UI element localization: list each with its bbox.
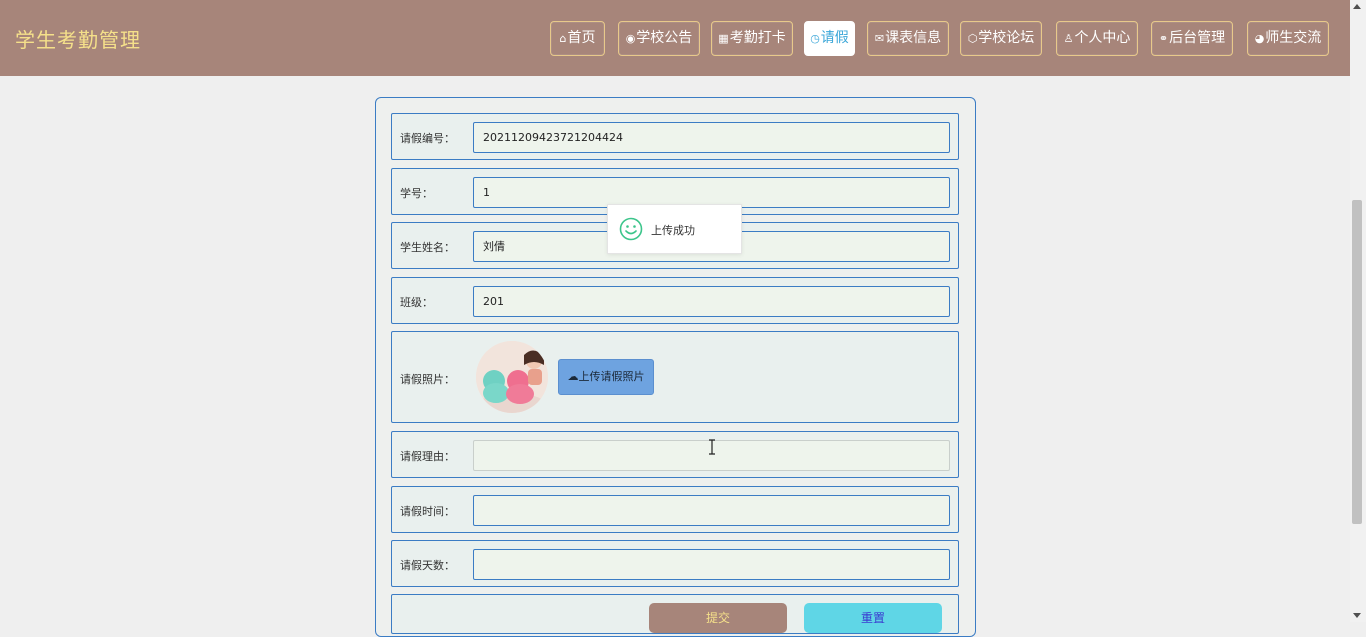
- time-input[interactable]: [473, 495, 950, 526]
- nav-checkin[interactable]: ▦考勤打卡: [711, 21, 793, 56]
- student-name-label: 学生姓名：: [400, 241, 455, 254]
- class-label: 班级：: [400, 296, 433, 309]
- nav-leave[interactable]: ◷请假: [804, 21, 855, 56]
- leave-photo-thumbnail: [476, 341, 548, 413]
- link-icon: ⚭: [1158, 32, 1169, 45]
- nav-notice[interactable]: ◉学校公告: [618, 21, 700, 56]
- home-icon: ⌂: [559, 32, 567, 45]
- row-days: 请假天数：: [391, 540, 959, 587]
- row-photo: 请假照片： ☁上传请假照片: [391, 331, 959, 423]
- row-reason: 请假理由：: [391, 431, 959, 478]
- row-leave-no: 请假编号： 20211209423721204424: [391, 113, 959, 160]
- scroll-up-arrow-icon[interactable]: [1353, 4, 1361, 9]
- globe-icon: ◉: [625, 32, 636, 45]
- app-title: 学生考勤管理: [15, 28, 141, 52]
- scroll-down-arrow-icon[interactable]: [1353, 613, 1361, 618]
- time-label: 请假时间：: [400, 505, 455, 518]
- grid-icon: ▦: [718, 32, 729, 45]
- text-cursor-icon: [709, 439, 715, 455]
- nav-home[interactable]: ⌂首页: [550, 21, 605, 56]
- submit-button[interactable]: 提交: [649, 603, 787, 633]
- scroll-thumb[interactable]: [1352, 200, 1362, 524]
- nav-forum[interactable]: ⬡学校论坛: [960, 21, 1042, 56]
- reason-label: 请假理由：: [400, 450, 455, 463]
- cube-icon: ⬡: [967, 32, 978, 45]
- student-no-label: 学号：: [400, 187, 433, 200]
- nav-admin[interactable]: ⚭后台管理: [1151, 21, 1233, 56]
- upload-success-toast: 上传成功: [607, 204, 742, 254]
- days-label: 请假天数：: [400, 559, 455, 572]
- class-input[interactable]: 201: [473, 286, 950, 317]
- top-header: 学生考勤管理 ⌂首页 ◉学校公告 ▦考勤打卡 ◷请假 ✉课表信息 ⬡学校论坛 ♙…: [0, 0, 1350, 76]
- upload-photo-button[interactable]: ☁上传请假照片: [558, 359, 654, 395]
- photo-label: 请假照片：: [400, 373, 455, 386]
- row-time: 请假时间：: [391, 486, 959, 533]
- leave-no-input[interactable]: 20211209423721204424: [473, 122, 950, 153]
- leave-no-label: 请假编号：: [400, 132, 455, 145]
- page-scrollbar[interactable]: [1350, 0, 1366, 622]
- nav-schedule[interactable]: ✉课表信息: [867, 21, 949, 56]
- nav-chat[interactable]: ◕师生交流: [1247, 21, 1329, 56]
- clock-icon: ◷: [810, 32, 820, 45]
- row-actions: 提交 重置: [391, 594, 959, 634]
- days-input[interactable]: [473, 549, 950, 580]
- smile-icon: [619, 217, 643, 241]
- toast-message: 上传成功: [651, 224, 695, 237]
- row-class: 班级： 201: [391, 277, 959, 324]
- cloud-upload-icon: ☁: [567, 370, 579, 383]
- leave-form: 请假编号： 20211209423721204424 学号： 1 学生姓名： 刘…: [375, 97, 976, 637]
- nav-profile[interactable]: ♙个人中心: [1056, 21, 1138, 56]
- mail-icon: ✉: [874, 32, 885, 45]
- chat-icon: ◕: [1254, 32, 1265, 45]
- user-icon: ♙: [1063, 32, 1074, 45]
- reset-button[interactable]: 重置: [804, 603, 942, 633]
